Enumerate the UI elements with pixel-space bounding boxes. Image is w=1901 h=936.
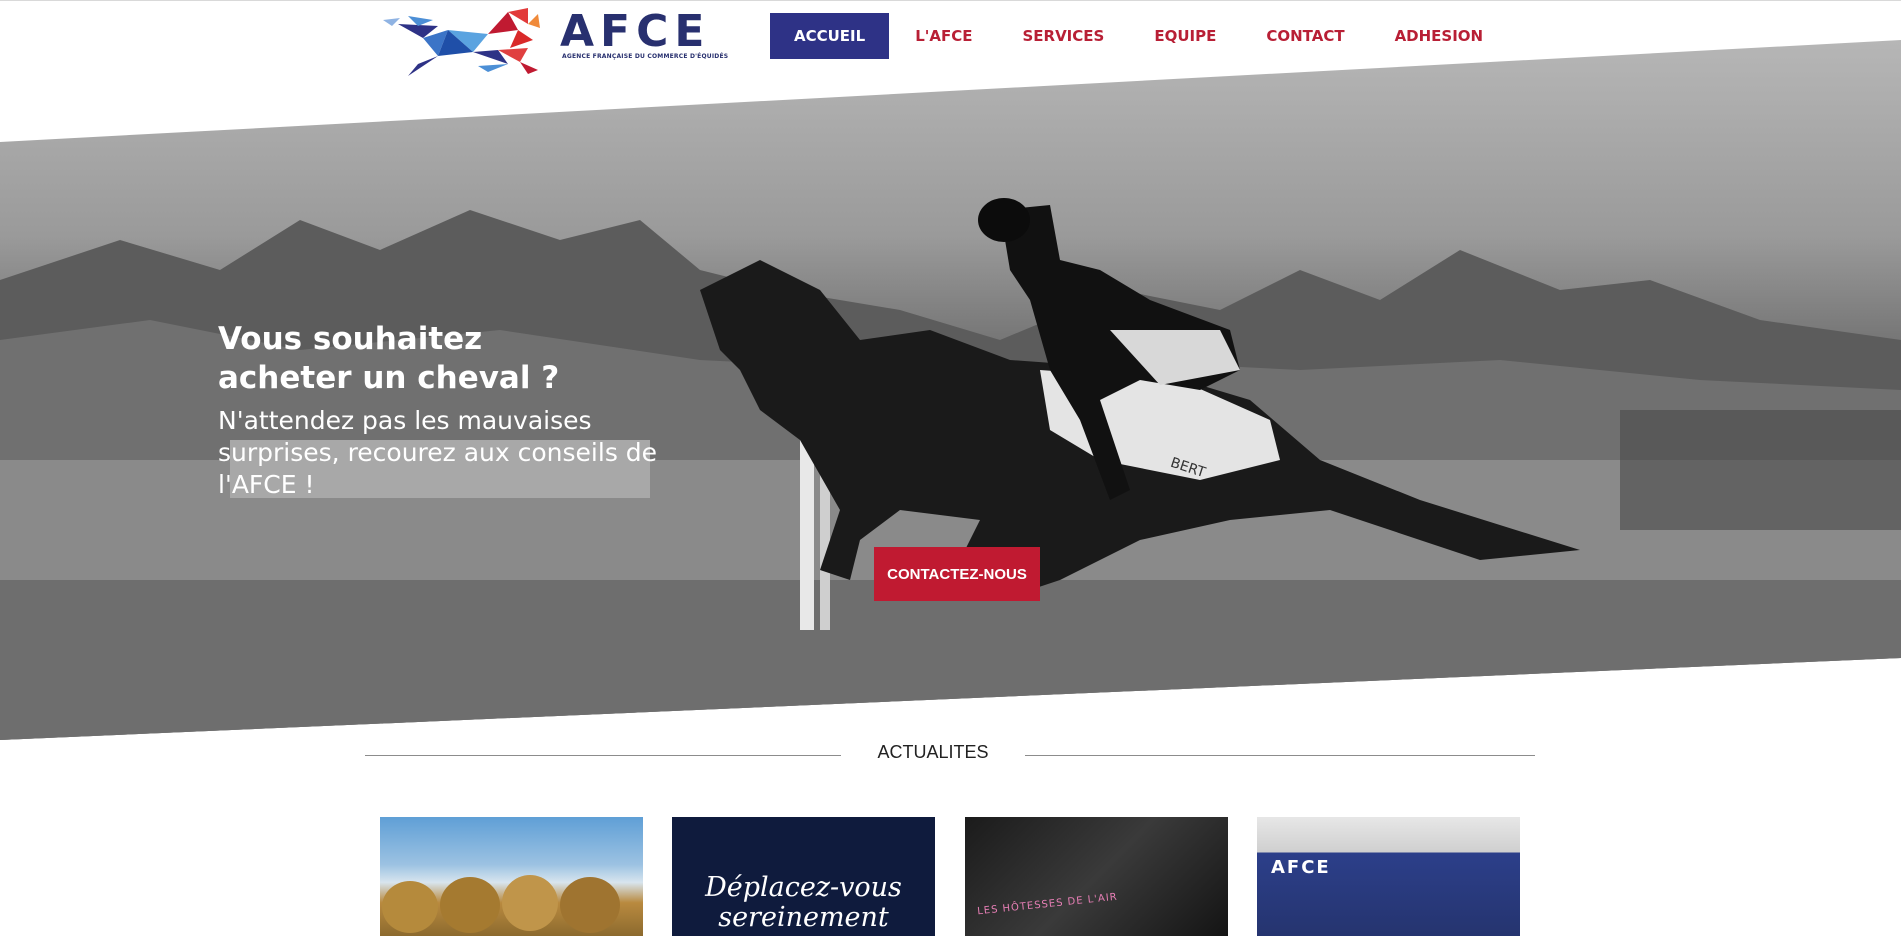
nav-item-contact[interactable]: CONTACT [1242,13,1368,59]
news-card-travel-text: Déplacez-vous sereinement [705,872,902,933]
nav-item-adhesion[interactable]: ADHESION [1371,13,1508,59]
news-section-header: ACTUALITES [365,742,1535,766]
nav-item-lafce[interactable]: L'AFCE [891,13,996,59]
news-section-title: ACTUALITES [877,742,989,762]
news-card-hostesses-text: LES HÔTESSES DE L'AIR [976,891,1119,918]
news-card-afce-stand-text: AFCE [1271,857,1331,878]
main-nav: ACCUEIL L'AFCE SERVICES EQUIPE CONTACT A… [770,13,1509,59]
logo-wordmark: AFCE [560,6,711,57]
news-card-afce-stand[interactable]: AFCE [1257,817,1520,936]
logo-tagline: AGENCE FRANÇAISE DU COMMERCE D'ÉQUIDÉS [562,53,729,60]
nav-item-services[interactable]: SERVICES [998,13,1128,59]
hay-bales-image [382,875,620,933]
nav-item-equipe[interactable]: EQUIPE [1130,13,1240,59]
afce-logo[interactable]: AFCE AGENCE FRANÇAISE DU COMMERCE D'ÉQUI… [378,4,728,80]
hero-title-line-2: acheter un cheval ? [218,360,560,396]
top-border [0,0,1901,1]
hero-slider: BERT Vous souhaitez acheter un cheval ? … [0,40,1901,740]
hero-title: Vous souhaitez acheter un cheval ? [218,320,698,398]
divider-right [1025,755,1535,756]
divider-left [365,755,841,756]
news-cards: Déplacez-vous sereinement LES HÔTESSES D… [380,817,1520,936]
horse-logo-icon [383,8,540,76]
nav-item-accueil[interactable]: ACCUEIL [770,13,890,59]
hero-description: N'attendez pas les mauvaises surprises, … [218,406,658,499]
contact-us-button[interactable]: CONTACTEZ-NOUS [874,547,1040,601]
hero-title-line-1: Vous souhaitez [218,321,483,357]
news-card-hay-bales[interactable] [380,817,643,936]
news-card-travel[interactable]: Déplacez-vous sereinement [672,817,935,936]
news-card-hostesses[interactable]: LES HÔTESSES DE L'AIR [965,817,1228,936]
